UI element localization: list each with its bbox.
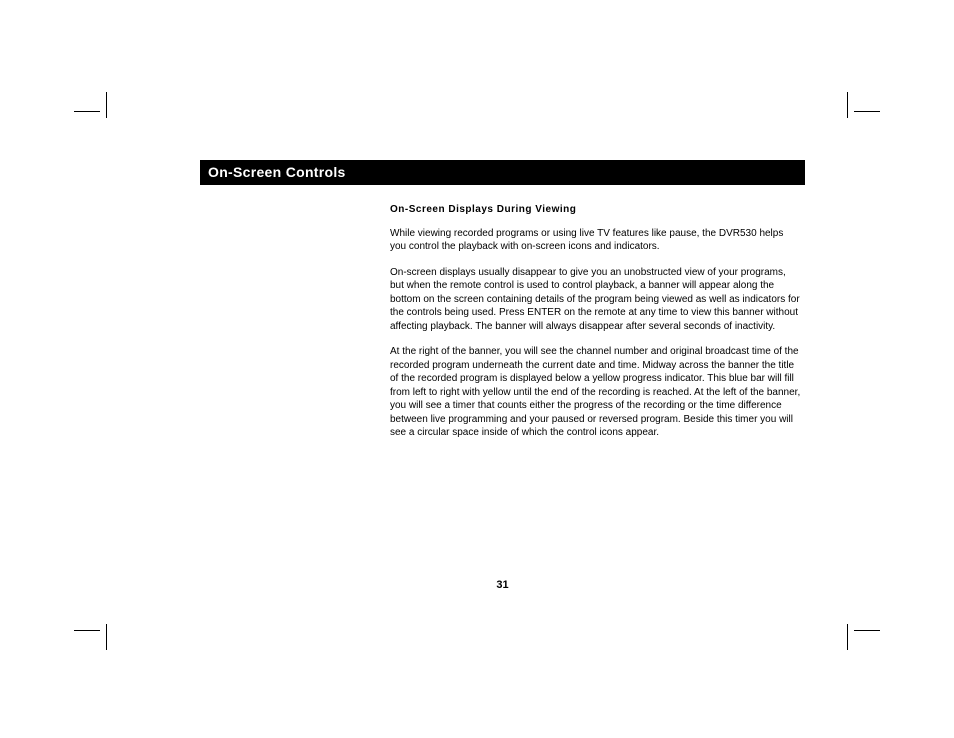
crop-mark-top-left <box>74 92 114 132</box>
crop-mark-top-right <box>840 92 880 132</box>
page-content: On-Screen Controls On-Screen Displays Du… <box>200 160 805 452</box>
paragraph: On-screen displays usually disappear to … <box>390 266 802 334</box>
paragraph: While viewing recorded programs or using… <box>390 227 802 254</box>
body-text-block: On-Screen Displays During Viewing While … <box>390 203 802 440</box>
crop-mark-bottom-right <box>840 610 880 650</box>
crop-mark-bottom-left <box>74 610 114 650</box>
section-title-text: On-Screen Controls <box>208 164 346 180</box>
section-title-bar: On-Screen Controls <box>200 160 805 185</box>
page-number: 31 <box>200 579 805 591</box>
subheading: On-Screen Displays During Viewing <box>390 203 802 217</box>
paragraph: At the right of the banner, you will see… <box>390 345 802 440</box>
